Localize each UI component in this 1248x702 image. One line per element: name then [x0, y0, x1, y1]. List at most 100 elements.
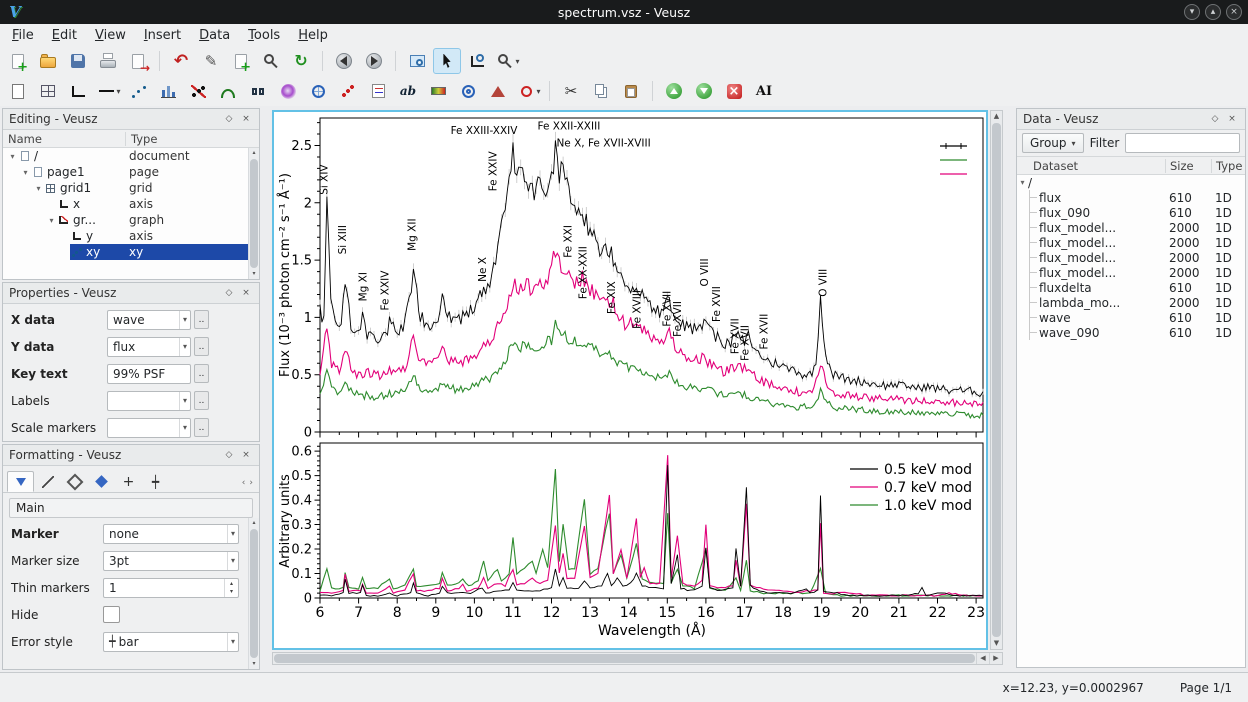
editing-scrollbar[interactable]: ▴▾ [248, 148, 259, 279]
dataset-row-7[interactable]: lambda_mo...20001D [1017, 295, 1245, 310]
widget-grid-button[interactable] [34, 78, 62, 104]
save-document-button[interactable] [64, 48, 92, 74]
export-page-button[interactable] [124, 48, 152, 74]
dataset-row-2[interactable]: flux_model...20001D [1017, 220, 1245, 235]
print-document-button[interactable] [94, 48, 122, 74]
reload-datasets-button[interactable] [287, 48, 315, 74]
open-document-button[interactable] [34, 48, 62, 74]
menu-help[interactable]: Help [298, 28, 328, 43]
formatting-tab-plot-line[interactable] [34, 471, 61, 492]
menu-tools[interactable]: Tools [248, 28, 280, 43]
column-name[interactable]: Name [3, 132, 126, 146]
error-style-combo[interactable]: ┿bar▾ [103, 632, 239, 652]
select-items-button[interactable] [433, 48, 461, 74]
scroll-up-icon[interactable]: ▲ [991, 111, 1002, 122]
zoom-into-graph-button[interactable] [463, 48, 491, 74]
expander-icon[interactable]: ▾ [46, 216, 57, 225]
edit-paste-button[interactable] [617, 78, 645, 104]
widget-function-button[interactable] [214, 78, 242, 104]
move-widget-up-button[interactable] [660, 78, 688, 104]
widget-key-button[interactable] [364, 78, 392, 104]
close-panel-icon[interactable]: × [1225, 112, 1239, 126]
group-button[interactable]: Group ▾ [1022, 133, 1084, 153]
widget-tree-item-gr[interactable]: ▾gr...graph [3, 212, 259, 228]
move-widget-down-button[interactable] [690, 78, 718, 104]
widget-colorbar-button[interactable] [424, 78, 452, 104]
next-page-button[interactable] [360, 48, 388, 74]
formatting-tab-error-bar[interactable]: + [115, 471, 142, 492]
properties-panel-header[interactable]: Properties - Veusz ◇ × [3, 283, 259, 304]
widget-tree-item-x[interactable]: xaxis [3, 196, 259, 212]
hide-checkbox[interactable] [103, 606, 120, 623]
scale-markers-more-button[interactable]: .. [194, 418, 209, 437]
menu-insert[interactable]: Insert [144, 28, 181, 43]
marker-size-combo[interactable]: 3pt▾ [103, 551, 239, 571]
dataset-row-1[interactable]: flux_0906101D [1017, 205, 1245, 220]
float-panel-icon[interactable]: ◇ [1208, 112, 1222, 126]
previous-page-button[interactable] [330, 48, 358, 74]
close-button[interactable]: × [1226, 4, 1242, 20]
x-data-combo[interactable]: wave▾ [107, 310, 191, 330]
edit-copy-button[interactable] [587, 78, 615, 104]
close-panel-icon[interactable]: × [239, 112, 253, 126]
menu-file[interactable]: File [12, 28, 34, 43]
widget-axis-button[interactable] [64, 78, 92, 104]
labels-combo[interactable]: ▾ [107, 391, 191, 411]
labels-more-button[interactable]: .. [194, 391, 209, 410]
scroll-down-icon[interactable]: ▼ [991, 638, 1002, 649]
tabs-scroll-left-icon[interactable]: ‹ [240, 478, 248, 488]
zoom-menu-button[interactable]: ▾ [493, 48, 521, 74]
vertical-scroll-thumb[interactable] [992, 123, 1001, 637]
widget-page-button[interactable] [4, 78, 32, 104]
widget-label-button[interactable] [394, 78, 422, 104]
widget-image-button[interactable] [274, 78, 302, 104]
widget-vectorfield-button[interactable] [334, 78, 362, 104]
rename-widget-button[interactable] [750, 78, 778, 104]
plot-horizontal-scrollbar[interactable]: ◀ ▶ [272, 652, 1003, 665]
float-panel-icon[interactable]: ◇ [222, 112, 236, 126]
widget-tree-item-page1[interactable]: ▾page1page [3, 164, 259, 180]
expander-icon[interactable]: ▾ [33, 184, 44, 193]
plot-page[interactable]: 00.511.522.5Flux (10⁻³ photon cm⁻² s⁻¹ Å… [272, 110, 988, 650]
widget-shape-button[interactable]: ▾ [514, 78, 542, 104]
dataset-row-0[interactable]: flux6101D [1017, 190, 1245, 205]
widget-fit-button[interactable] [184, 78, 212, 104]
dataset-root-row[interactable]: ▾/ [1017, 175, 1245, 190]
key-text-more-button[interactable]: .. [194, 364, 209, 383]
menu-edit[interactable]: Edit [52, 28, 77, 43]
plot-vertical-scrollbar[interactable]: ▲ ▼ [990, 110, 1003, 650]
float-panel-icon[interactable]: ◇ [222, 448, 236, 462]
column-size[interactable]: Size [1165, 159, 1211, 173]
edit-datasets-button[interactable] [197, 48, 225, 74]
expander-icon[interactable]: ▾ [20, 168, 31, 177]
spin-arrows-icon[interactable]: ▴▾ [224, 579, 238, 597]
formatting-scrollbar[interactable]: ▴▾ [248, 518, 259, 669]
widget-bar-button[interactable] [154, 78, 182, 104]
widget-contour-button[interactable] [454, 78, 482, 104]
new-document-button[interactable] [4, 48, 32, 74]
plot-canvas[interactable]: 00.511.522.5Flux (10⁻³ photon cm⁻² s⁻¹ Å… [274, 112, 986, 648]
formatting-tab-grid-line[interactable]: ┿ [142, 471, 169, 492]
close-panel-icon[interactable]: × [239, 286, 253, 300]
dataset-row-6[interactable]: fluxdelta6101D [1017, 280, 1245, 295]
marker-combo[interactable]: none▾ [103, 524, 239, 544]
dataset-row-3[interactable]: flux_model...20001D [1017, 235, 1245, 250]
formatting-tab-main[interactable] [7, 471, 34, 492]
x-data-more-button[interactable]: .. [194, 310, 209, 329]
thin-markers-stepper[interactable]: 1▴▾ [103, 578, 239, 598]
column-type[interactable]: Type [1211, 159, 1245, 173]
key-text-field[interactable]: 99% PSF [107, 364, 191, 384]
widget-polar-button[interactable] [304, 78, 332, 104]
expander-icon[interactable]: ▾ [7, 152, 18, 161]
data-panel-header[interactable]: Data - Veusz ◇ × [1017, 109, 1245, 130]
delete-widget-button[interactable] [720, 78, 748, 104]
formatting-tab-marker-fill[interactable] [88, 471, 115, 492]
undo-button[interactable] [167, 48, 195, 74]
column-type[interactable]: Type [126, 132, 162, 146]
new-dataset-button[interactable] [227, 48, 255, 74]
formatting-tab-marker-border[interactable] [61, 471, 88, 492]
view-whole-page-button[interactable] [403, 48, 431, 74]
scroll-right-icon[interactable]: ▶ [989, 653, 1002, 664]
widget-tree-item-y[interactable]: yaxis [3, 228, 259, 244]
editing-panel-header[interactable]: Editing - Veusz ◇ × [3, 109, 259, 130]
